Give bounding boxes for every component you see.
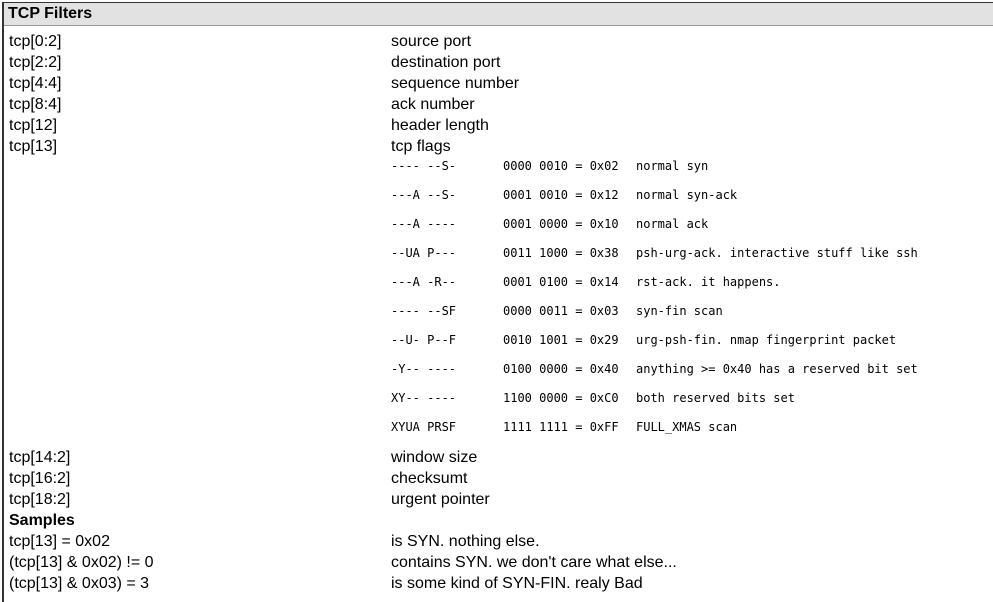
field-row: tcp[18:2] urgent pointer (9, 490, 989, 511)
flag-description: normal syn-ack (636, 188, 738, 202)
flag-pattern: ---- --SF (391, 304, 457, 318)
flag-pattern: XYUA PRSF (391, 420, 457, 434)
field-description: tcp flags (391, 138, 451, 155)
field-description: ack number (391, 96, 475, 113)
flag-pattern: ---- --S- (391, 159, 457, 173)
samples-heading: Samples (9, 512, 75, 529)
sample-row: (tcp[13] & 0x03) = 3 is some kind of SYN… (9, 574, 989, 595)
flag-binary: 0010 1001 = 0x29 (503, 333, 619, 347)
field-row: tcp[8:4] ack number (9, 95, 989, 116)
flag-description: normal ack (636, 217, 709, 231)
flag-pattern: ---A --S- (391, 188, 457, 202)
flag-pattern: --UA P--- (391, 246, 457, 260)
samples-heading-row: Samples (9, 511, 989, 532)
field-description: urgent pointer (391, 491, 490, 508)
field-expression: tcp[16:2] (9, 470, 71, 487)
field-expression: tcp[18:2] (9, 491, 71, 508)
section-title: TCP Filters (8, 5, 93, 22)
flag-description: urg-psh-fin. nmap fingerprint packet (636, 333, 897, 347)
flag-description: rst-ack. it happens. (636, 275, 781, 289)
sample-description: contains SYN. we don't care what else... (391, 554, 677, 571)
field-description: header length (391, 117, 489, 134)
field-description: sequence number (391, 75, 520, 92)
flag-description: syn-fin scan (636, 304, 723, 318)
sample-expression: (tcp[13] & 0x03) = 3 (9, 575, 150, 592)
flag-binary: 0000 0010 = 0x02 (503, 159, 619, 173)
flag-binary: 0011 1000 = 0x38 (503, 246, 619, 260)
flag-binary: 1111 1111 = 0xFF (503, 420, 619, 434)
field-expression: tcp[13] (9, 138, 58, 155)
flag-description: FULL_XMAS scan (636, 420, 738, 434)
sample-row: (tcp[13] & 0x02) != 0 contains SYN. we d… (9, 553, 989, 574)
field-expression: tcp[14:2] (9, 449, 71, 466)
section-header: TCP Filters (4, 3, 993, 26)
sample-description: is SYN. nothing else. (391, 533, 540, 550)
flag-binary: 0000 0011 = 0x03 (503, 304, 619, 318)
field-expression: tcp[0:2] (9, 33, 62, 50)
field-expression: tcp[8:4] (9, 96, 62, 113)
field-description: checksumt (391, 470, 468, 487)
sample-row: tcp[13] = 0x02 is SYN. nothing else. (9, 532, 989, 553)
flag-description: normal syn (636, 159, 709, 173)
flag-pattern: ---A ---- (391, 217, 457, 231)
field-row: tcp[0:2] source port (9, 32, 989, 53)
field-expression: tcp[12] (9, 117, 58, 134)
flag-binary: 0001 0010 = 0x12 (503, 188, 619, 202)
flag-binary: 1100 0000 = 0xC0 (503, 391, 619, 405)
flag-pattern: -Y-- ---- (391, 362, 457, 376)
flag-binary: 0001 0000 = 0x10 (503, 217, 619, 231)
flag-description: both reserved bits set (636, 391, 795, 405)
flag-binary: 0001 0100 = 0x14 (503, 275, 619, 289)
flag-pattern: ---A -R-- (391, 275, 457, 289)
flag-description: anything >= 0x40 has a reserved bit set (636, 362, 918, 376)
flag-description: psh-urg-ack. interactive stuff like ssh (636, 246, 918, 260)
field-row: tcp[2:2] destination port (9, 53, 989, 74)
sample-description: is some kind of SYN-FIN. realy Bad (391, 575, 643, 592)
field-expression: tcp[2:2] (9, 54, 62, 71)
field-description: window size (391, 449, 478, 466)
field-description: destination port (391, 54, 501, 71)
field-row: tcp[4:4] sequence number (9, 74, 989, 95)
field-row: tcp[12] header length (9, 116, 989, 137)
flag-pattern: XY-- ---- (391, 391, 457, 405)
flag-binary: 0100 0000 = 0x40 (503, 362, 619, 376)
field-row: tcp[16:2] checksumt (9, 469, 989, 490)
sample-expression: tcp[13] = 0x02 (9, 533, 110, 550)
sample-expression: (tcp[13] & 0x02) != 0 (9, 554, 154, 571)
field-expression: tcp[4:4] (9, 75, 62, 92)
flag-pattern: --U- P--F (391, 333, 457, 347)
field-row: tcp[13] tcp flags (9, 137, 989, 158)
field-description: source port (391, 33, 472, 50)
field-row: tcp[14:2] window size (9, 448, 989, 469)
